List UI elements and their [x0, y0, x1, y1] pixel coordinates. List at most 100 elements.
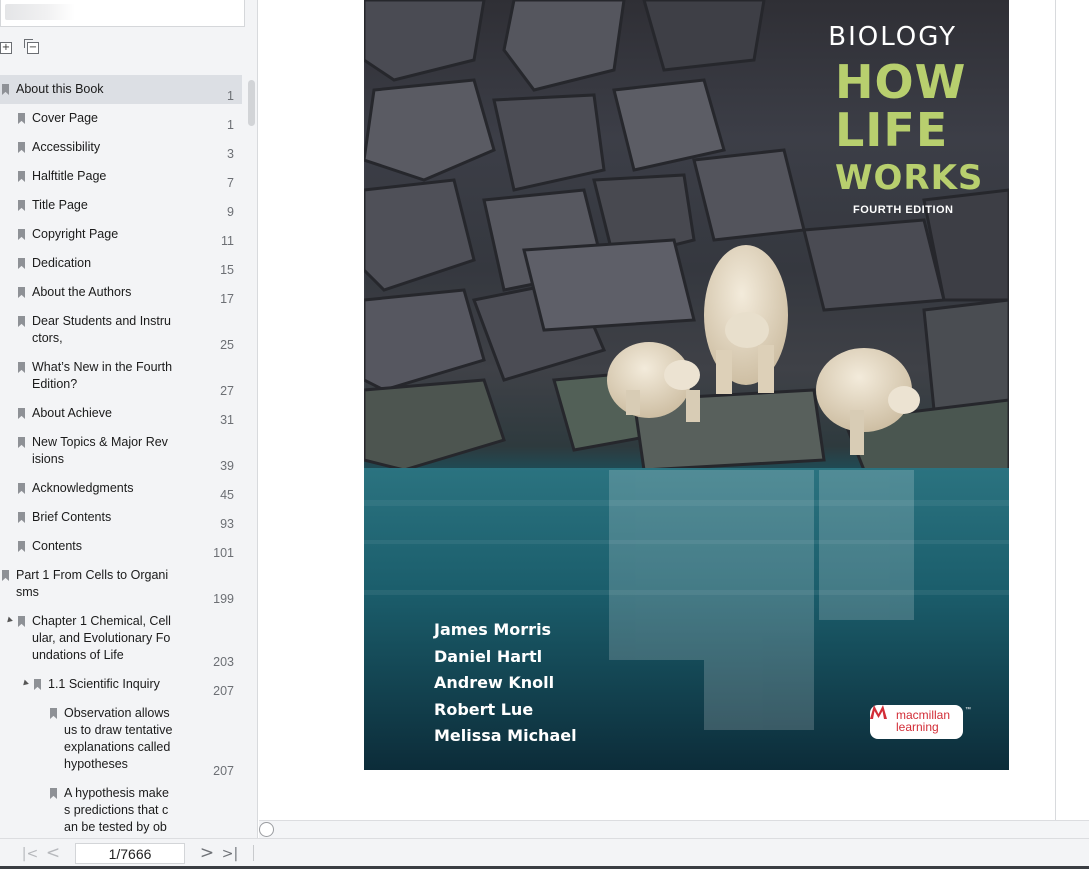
bookmark-icon [34, 679, 41, 690]
bookmark-page-number: 9 [227, 205, 234, 219]
bookmark-page-number: 39 [220, 459, 234, 473]
publisher-logo: macmillan learning [870, 705, 963, 739]
toolbar-divider [253, 845, 254, 861]
previous-page-icon: < [45, 843, 61, 863]
page-navigation-bar: |< < 1/7666 > >| [0, 838, 1089, 869]
bookmark-page-number: 1 [227, 118, 234, 132]
bookmark-label: Title Page [32, 198, 88, 212]
sidebar-scrollbar[interactable] [248, 80, 255, 126]
bookmark-icon [18, 171, 25, 182]
bookmark-item[interactable]: New Topics & Major Rev isions 39 [0, 428, 242, 474]
bookmark-page-number: 15 [220, 263, 234, 277]
bookmark-icon [18, 541, 25, 552]
author-name: James Morris [434, 620, 552, 639]
bookmark-item[interactable]: Accessibility 3 [0, 133, 242, 162]
author-name: Andrew Knoll [434, 673, 555, 692]
expand-toggle-icon[interactable] [21, 679, 29, 688]
bookmark-page-number: 27 [220, 384, 234, 398]
first-page-icon: |< [21, 846, 39, 862]
book-cover-image: BIOLOGY HOW LIFE WORKS FOURTH EDITION Jame… [364, 0, 1009, 770]
next-page-button[interactable]: > [198, 844, 216, 862]
bookmark-label: Dear Students and Instru ctors, [32, 314, 171, 345]
bookmark-label: Dedication [32, 256, 92, 270]
page-divider [1055, 0, 1056, 820]
trademark-symbol: ™ [965, 707, 971, 713]
bookmarks-panel: + − About this Book 1 Cover Page 1 Accessibi… [0, 0, 258, 838]
bookmark-icon [18, 437, 25, 448]
expand-toggle-icon[interactable] [5, 616, 13, 625]
first-page-button[interactable]: |< [21, 844, 39, 862]
bookmark-icon [18, 483, 25, 494]
bookmark-label: Halftitle Page [32, 169, 107, 183]
scroll-thumb[interactable] [259, 822, 274, 837]
bookmark-item[interactable]: Observation allows us to draw tentative … [0, 699, 242, 779]
bookmark-item[interactable]: Cover Page 1 [0, 104, 242, 133]
bookmark-item[interactable]: What’s New in the Fourth Edition? 27 [0, 353, 242, 399]
bookmark-item[interactable]: A hypothesis make s predictions that c a… [0, 779, 242, 838]
last-page-button[interactable]: >| [221, 844, 239, 862]
bookmark-item[interactable]: Copyright Page 11 [0, 220, 242, 249]
horizontal-scrollbar[interactable] [259, 820, 1089, 838]
bookmark-icon [18, 229, 25, 240]
bookmark-page-number: 101 [213, 546, 234, 560]
bookmark-icon [18, 408, 25, 419]
sidebar-search-input[interactable] [0, 0, 245, 27]
bookmark-item[interactable]: Brief Contents 93 [0, 503, 242, 532]
author-name: Robert Lue [434, 699, 534, 719]
bookmark-icon [18, 113, 25, 124]
bookmark-item[interactable]: Title Page 9 [0, 191, 242, 220]
bookmark-label: Acknowledgments [32, 481, 134, 495]
bookmark-item[interactable]: Contents 101 [0, 532, 242, 561]
bookmark-page-number: 25 [220, 338, 234, 352]
bookmark-icon [50, 708, 57, 719]
bookmark-icon [2, 570, 9, 581]
bookmark-label: Observation allows us to draw tentative … [64, 706, 173, 771]
cover-authors: James Morris Daniel Hartl Andrew Knoll R… [434, 617, 577, 750]
bookmark-icon [2, 84, 9, 95]
bookmark-item[interactable]: 1.1 Scientific Inquiry 207 [0, 670, 242, 699]
bookmark-icon [50, 788, 57, 799]
bookmark-item[interactable]: Chapter 1 Chemical, Cell ular, and Evolu… [0, 607, 242, 670]
bookmark-item[interactable]: Dear Students and Instru ctors, 25 [0, 307, 242, 353]
bookmark-label: About Achieve [32, 406, 112, 420]
bookmark-icon [18, 200, 25, 211]
bookmark-item[interactable]: About Achieve 31 [0, 399, 242, 428]
bookmark-label: Part 1 From Cells to Organi sms [16, 568, 169, 599]
bookmark-page-number: 203 [213, 655, 234, 669]
bookmark-label: New Topics & Major Rev isions [32, 435, 168, 466]
bookmark-page-number: 1 [227, 89, 234, 103]
bookmark-label: Contents [32, 539, 83, 553]
bookmark-label: What’s New in the Fourth Edition? [32, 360, 173, 391]
bookmark-item[interactable]: Acknowledgments 45 [0, 474, 242, 503]
bookmark-page-number: 11 [221, 234, 234, 248]
bookmark-page-number: 7 [227, 176, 234, 190]
bookmark-icon [18, 316, 25, 327]
bookmark-icon [18, 616, 25, 627]
bookmark-page-number: 93 [220, 517, 234, 531]
collapse-all-icon[interactable]: − [24, 39, 39, 54]
bookmark-item[interactable]: About the Authors 17 [0, 278, 242, 307]
cover-edition: FOURTH EDITION [853, 204, 954, 216]
bookmark-icon [18, 287, 25, 298]
bookmark-item[interactable]: Halftitle Page 7 [0, 162, 242, 191]
bookmark-label: Accessibility [32, 140, 101, 154]
bookmark-item[interactable]: Part 1 From Cells to Organi sms 199 [0, 561, 242, 607]
bookmark-page-number: 3 [227, 147, 234, 161]
publisher-name: macmillan learning [896, 708, 951, 734]
previous-page-button[interactable]: < [44, 844, 62, 862]
expand-all-icon[interactable]: + [0, 42, 12, 54]
cover-subject: BIOLOGY [828, 22, 957, 52]
bookmark-label: Cover Page [32, 111, 99, 125]
author-name: Daniel Hartl [434, 646, 543, 666]
bookmark-page-number: 17 [220, 292, 234, 306]
cover-title-line-2: LIFE [835, 103, 949, 157]
bookmark-icon [18, 258, 25, 269]
bookmark-item[interactable]: Dedication 15 [0, 249, 242, 278]
bookmark-item[interactable]: About this Book 1 [0, 75, 242, 104]
bookmark-label: Copyright Page [32, 227, 119, 241]
cover-title-line-1: HOW [835, 55, 967, 109]
cover-title-line-3: WORKS [835, 158, 984, 198]
bookmark-label: A hypothesis make s predictions that c a… [64, 786, 169, 834]
page-number-input[interactable]: 1/7666 [75, 843, 185, 864]
bookmark-icon [18, 142, 25, 153]
